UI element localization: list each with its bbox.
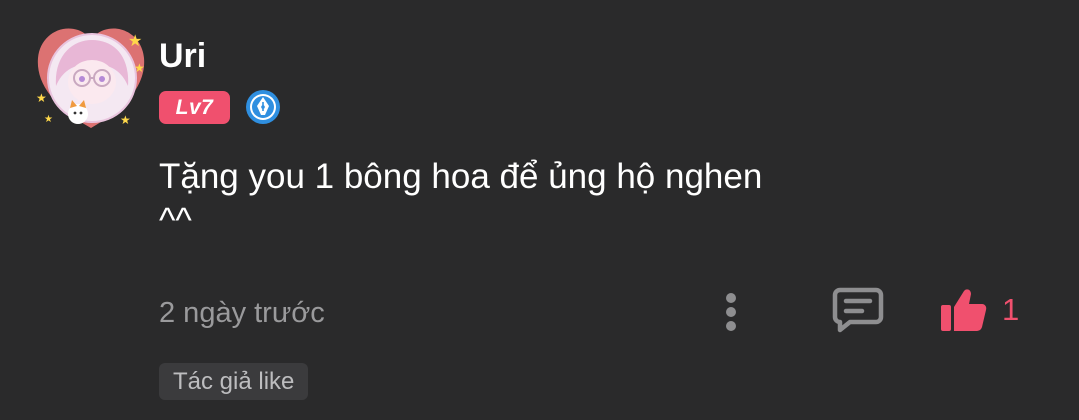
comment-text-line-2: ^^: [159, 201, 192, 240]
timestamp: 2 ngày trước: [159, 297, 325, 329]
svg-text:★: ★: [36, 91, 47, 105]
svg-text:★: ★: [134, 61, 145, 75]
like-count: 1: [1002, 292, 1020, 327]
more-options-button[interactable]: [714, 288, 748, 336]
svg-text:★: ★: [128, 31, 142, 50]
pen-nib-badge-icon: [245, 89, 281, 125]
like-button[interactable]: 1: [938, 284, 1019, 336]
comment-bubble-icon: [832, 287, 884, 333]
comment-text: Tặng you 1 bông hoa để ủng hộ nghen ^^: [159, 155, 859, 243]
thumbs-up-icon: [941, 289, 987, 331]
vertical-dots-icon: [726, 293, 736, 331]
comment-card: ★ ★ ★ ★ ★ Uri Lv7 Tặng you 1 bông hoa để…: [0, 0, 1079, 420]
reply-button[interactable]: [832, 286, 884, 334]
svg-text:★: ★: [120, 113, 131, 127]
svg-text:★: ★: [44, 114, 53, 125]
avatar[interactable]: ★ ★ ★ ★ ★: [32, 16, 150, 134]
username[interactable]: Uri: [159, 36, 206, 76]
level-badge: Lv7: [159, 91, 230, 124]
comment-text-line-1: Tặng you 1 bông hoa để ủng hộ nghen: [159, 157, 763, 196]
author-like-tag: Tác giả like: [159, 363, 309, 400]
